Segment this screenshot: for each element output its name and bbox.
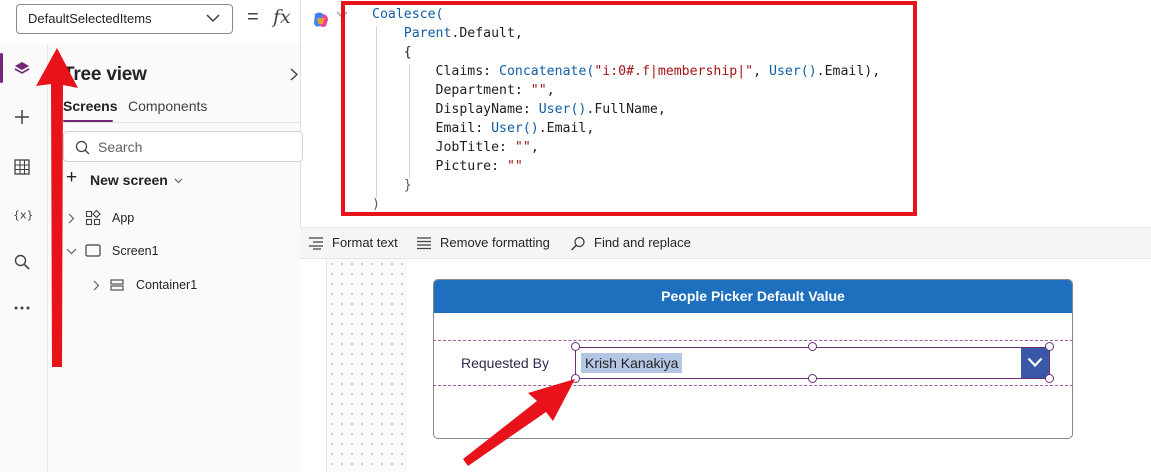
- chevron-down-icon: [206, 14, 220, 23]
- equals-sign: =: [247, 6, 259, 28]
- remove-formatting-label: Remove formatting: [440, 235, 550, 250]
- search-icon: [75, 140, 90, 155]
- resize-handle[interactable]: [1045, 374, 1054, 383]
- chevron-down-icon: [174, 178, 183, 184]
- tree-item-app-label: App: [112, 211, 135, 225]
- selected-person-chip[interactable]: Krish Kanakiya: [581, 353, 683, 373]
- property-dropdown-value: DefaultSelectedItems: [28, 11, 152, 26]
- find-replace-label: Find and replace: [594, 235, 691, 250]
- plus-icon: +: [66, 167, 78, 188]
- search-placeholder: Search: [98, 139, 143, 155]
- plus-icon[interactable]: [12, 107, 32, 127]
- tree-item-screen1-label: Screen1: [112, 244, 159, 258]
- tree-item-container1-label: Container1: [136, 278, 198, 292]
- tab-components[interactable]: Components: [128, 98, 207, 114]
- tab-screens[interactable]: Screens: [63, 98, 117, 114]
- format-text-button[interactable]: Format text: [308, 228, 398, 258]
- svg-text:{x}: {x}: [13, 209, 32, 222]
- tree-item-container1[interactable]: Container1: [91, 276, 296, 296]
- collapse-panel-icon[interactable]: [290, 68, 299, 81]
- chevron-right-icon: [93, 280, 100, 291]
- search-icon[interactable]: [12, 252, 32, 272]
- new-screen-label: New screen: [90, 172, 168, 188]
- layers-icon[interactable]: [12, 59, 32, 79]
- more-icon[interactable]: [12, 298, 32, 318]
- canvas-dot-grid: [327, 259, 407, 472]
- tree-search-input[interactable]: Search: [63, 131, 303, 162]
- chevron-down-icon: [66, 248, 77, 255]
- resize-handle[interactable]: [571, 374, 580, 383]
- resize-handle[interactable]: [571, 342, 580, 351]
- tab-divider: [60, 122, 300, 123]
- rail-selection-indicator: [0, 53, 3, 83]
- container-icon: [110, 279, 124, 291]
- format-toolbar: Format text Remove formatting Find and r…: [300, 227, 1151, 259]
- find-replace-button[interactable]: Find and replace: [570, 228, 691, 258]
- resize-handle[interactable]: [808, 342, 817, 351]
- resize-handle[interactable]: [1045, 342, 1054, 351]
- annotation-highlight-box: [341, 1, 917, 216]
- left-rail: {x}: [0, 44, 48, 472]
- tree-view-title: Tree view: [63, 64, 147, 85]
- format-text-label: Format text: [332, 235, 398, 250]
- tree-item-screen1[interactable]: Screen1: [66, 242, 296, 262]
- form-header: People Picker Default Value: [434, 280, 1072, 313]
- app-icon: [85, 210, 101, 226]
- property-dropdown[interactable]: DefaultSelectedItems: [16, 4, 233, 34]
- resize-handle[interactable]: [808, 374, 817, 383]
- remove-formatting-icon: [417, 237, 431, 250]
- copilot-icon[interactable]: [311, 10, 331, 30]
- chevron-down-icon: [1027, 357, 1043, 368]
- search-icon: [570, 236, 585, 251]
- variables-icon[interactable]: {x}: [12, 204, 32, 224]
- remove-formatting-button[interactable]: Remove formatting: [416, 228, 550, 258]
- fx-icon[interactable]: fx: [273, 6, 291, 28]
- combobox-expand-button[interactable]: [1021, 348, 1049, 378]
- tab-active-underline: [63, 120, 113, 122]
- requested-by-label: Requested By: [461, 355, 549, 371]
- chevron-right-icon: [68, 213, 75, 224]
- tree-item-app[interactable]: App: [66, 209, 296, 229]
- format-text-icon: [309, 237, 323, 250]
- screen-icon: [85, 244, 101, 257]
- table-icon[interactable]: [12, 157, 32, 177]
